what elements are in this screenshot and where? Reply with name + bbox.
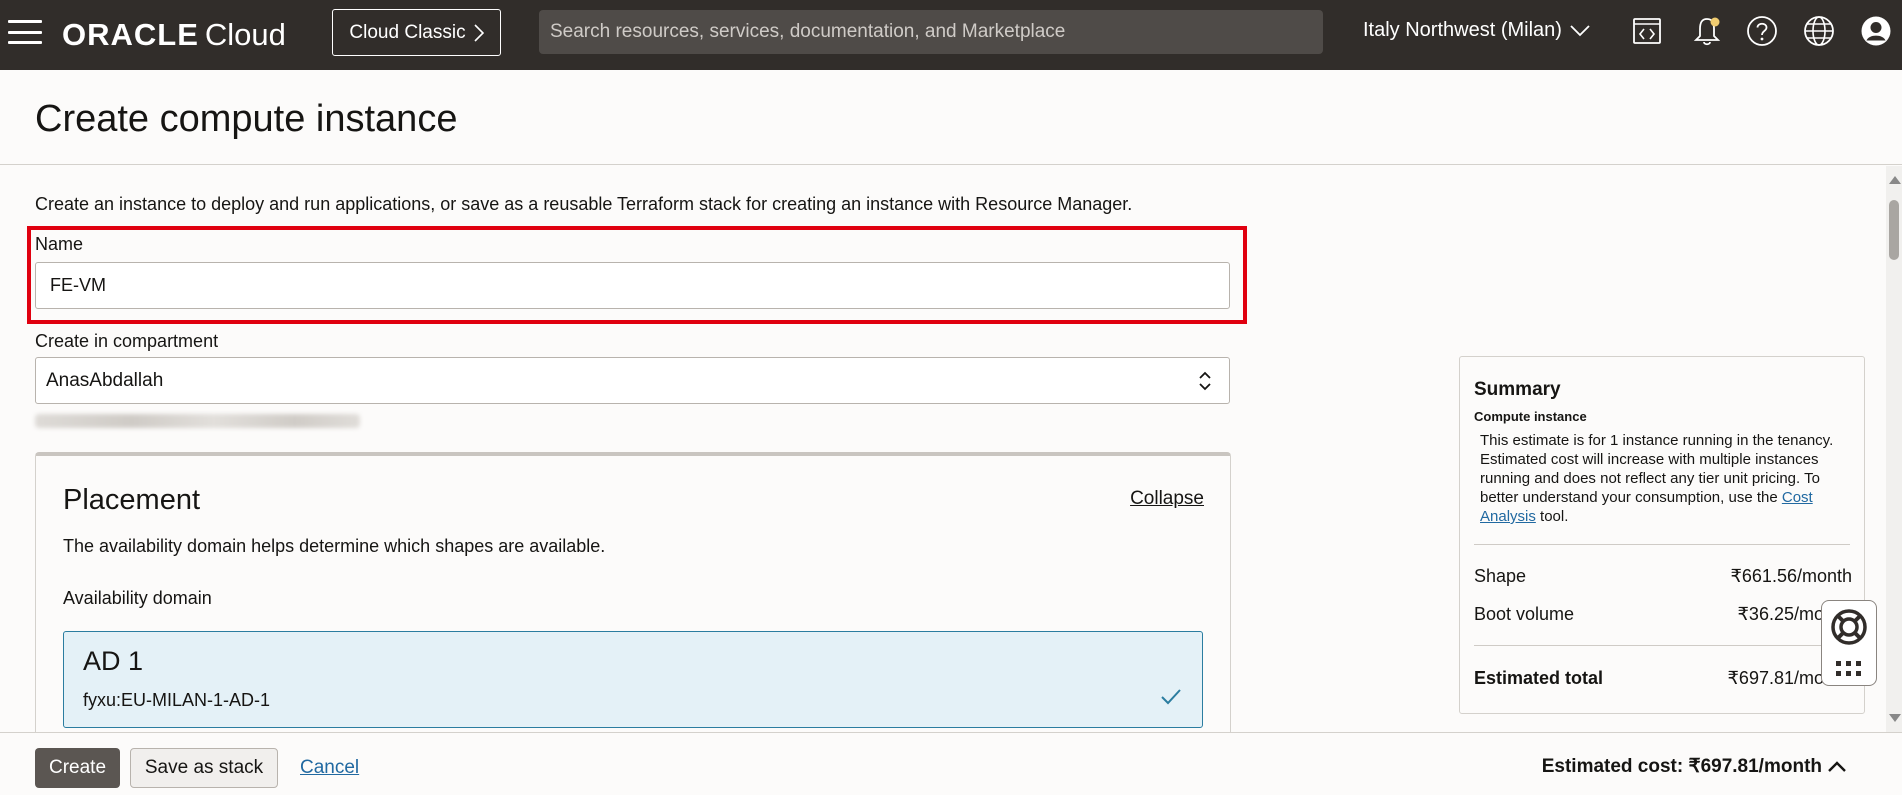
search-input[interactable]	[550, 21, 1323, 43]
cloud-classic-button[interactable]: Cloud Classic	[332, 9, 501, 56]
global-search-box[interactable]	[539, 10, 1323, 54]
estimated-cost-toggle[interactable]: Estimated cost: ₹697.81/month	[1542, 755, 1846, 778]
summary-title: Summary	[1474, 379, 1561, 400]
placement-description: The availability domain helps determine …	[63, 536, 606, 556]
intro-text: Create an instance to deploy and run app…	[35, 194, 1133, 214]
code-editor-icon[interactable]	[1630, 14, 1664, 48]
cloud-classic-label: Cloud Classic	[349, 21, 466, 43]
chevron-right-icon	[474, 23, 484, 42]
oracle-cloud-logo[interactable]: ORACLE Cloud	[62, 17, 286, 53]
placement-section: Placement Collapse The availability doma…	[35, 452, 1231, 732]
bell-icon[interactable]	[1690, 14, 1724, 48]
chevron-down-icon	[1570, 24, 1590, 36]
summary-note-text: This estimate is for 1 instance running …	[1480, 432, 1834, 506]
scroll-thumb[interactable]	[1889, 200, 1899, 260]
logo-oracle-text: ORACLE	[62, 17, 199, 52]
up-down-chevron-icon	[1199, 371, 1211, 391]
create-button[interactable]: Create	[35, 748, 120, 788]
help-widget[interactable]	[1821, 600, 1877, 686]
shape-cost-label: Shape	[1474, 566, 1527, 586]
compartment-select[interactable]: AnasAbdallah	[35, 357, 1230, 404]
availability-domain-label: Availability domain	[63, 588, 212, 608]
estimated-total-value: ₹697.81/mo	[1727, 668, 1824, 688]
shape-cost-value: ₹661.56/month	[1730, 566, 1852, 586]
summary-subtitle: Compute instance	[1474, 409, 1587, 424]
collapse-link[interactable]: Collapse	[1130, 488, 1204, 510]
main-content: Create an instance to deploy and run app…	[0, 166, 1886, 732]
summary-panel: Summary Compute instance This estimate i…	[1459, 356, 1865, 714]
summary-note-tail: tool.	[1535, 508, 1569, 525]
lifebuoy-icon	[1831, 609, 1867, 645]
checkmark-icon	[1161, 689, 1181, 705]
logo-cloud-text: Cloud	[204, 17, 286, 52]
summary-note: This estimate is for 1 instance running …	[1480, 431, 1860, 526]
help-icon[interactable]	[1745, 14, 1779, 48]
hamburger-menu-icon[interactable]	[8, 20, 42, 44]
user-icon[interactable]	[1859, 14, 1893, 48]
vertical-scrollbar[interactable]	[1886, 166, 1902, 732]
placement-title: Placement	[63, 484, 201, 516]
boot-volume-cost-label: Boot volume	[1474, 604, 1575, 624]
globe-icon[interactable]	[1802, 14, 1836, 48]
boot-volume-cost-value: ₹36.25/mo	[1737, 604, 1824, 624]
chevron-up-icon	[1828, 760, 1846, 772]
ad-identifier: fyxu:EU-MILAN-1-AD-1	[83, 690, 271, 710]
scroll-up-arrow-icon[interactable]	[1889, 176, 1901, 184]
scroll-down-arrow-icon[interactable]	[1889, 714, 1901, 722]
grid-dots-icon	[1836, 661, 1861, 676]
top-navigation-bar: ORACLE Cloud Cloud Classic Italy Northwe…	[0, 0, 1902, 70]
region-selector[interactable]: Italy Northwest (Milan)	[1363, 19, 1590, 42]
summary-divider	[1474, 544, 1850, 545]
region-label: Italy Northwest (Milan)	[1363, 19, 1562, 41]
ad-name: AD 1	[83, 646, 144, 676]
estimated-total-label: Estimated total	[1474, 668, 1604, 688]
save-as-stack-button[interactable]: Save as stack	[130, 748, 278, 788]
name-label: Name	[35, 234, 84, 254]
compartment-label: Create in compartment	[35, 331, 219, 351]
summary-divider	[1474, 645, 1850, 646]
name-input[interactable]: FE-VM	[35, 262, 1230, 309]
compartment-value: AnasAbdallah	[46, 369, 164, 391]
availability-domain-card-ad1[interactable]: AD 1 fyxu:EU-MILAN-1-AD-1	[63, 631, 1203, 728]
cancel-link[interactable]: Cancel	[300, 757, 359, 779]
footer-action-bar: Create Save as stack Cancel Estimated co…	[0, 732, 1902, 795]
page-title: Create compute instance	[35, 98, 458, 140]
compartment-path-redacted	[35, 414, 360, 428]
page-header: Create compute instance	[0, 70, 1902, 165]
estimated-cost-text: Estimated cost: ₹697.81/month	[1541, 756, 1822, 777]
notification-dot	[1710, 17, 1720, 27]
